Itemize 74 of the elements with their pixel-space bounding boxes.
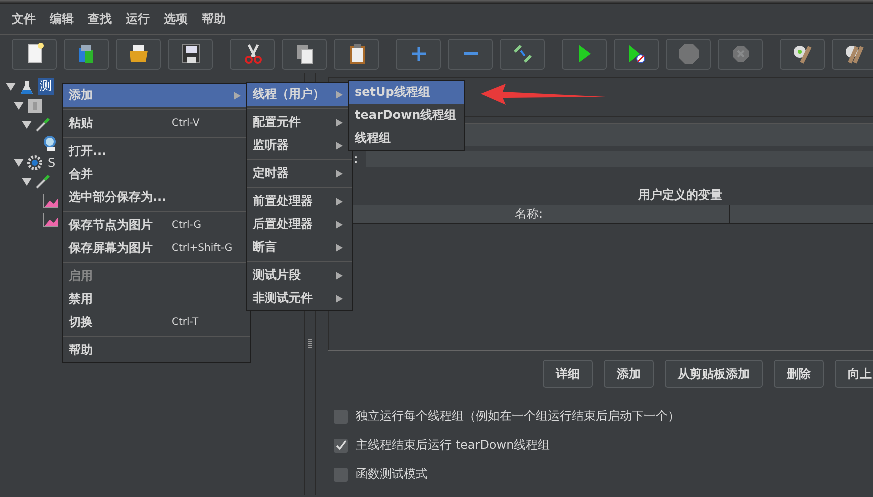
context-menu-item[interactable]: 保存节点为图片 Ctrl-G xyxy=(63,214,250,237)
pipette-icon xyxy=(35,116,51,132)
comment-label: ： xyxy=(350,150,362,168)
chart-icon xyxy=(43,212,59,228)
pipette-icon xyxy=(35,174,51,190)
expand-triangle-icon[interactable] xyxy=(22,120,32,128)
checkbox-label: 独立运行每个线程组（例如在一个组运行结束后启动下一个） xyxy=(356,408,680,425)
toolbar-button[interactable] xyxy=(116,38,161,70)
submenu-item[interactable]: 线程组 xyxy=(349,127,464,150)
table-action-button[interactable]: 详细 xyxy=(543,360,593,388)
table-action-button[interactable]: 从剪贴板添加 xyxy=(665,360,763,388)
expand-triangle-icon[interactable] xyxy=(22,178,32,186)
table-action-button[interactable]: 删除 xyxy=(774,360,824,388)
gear-broom-icon xyxy=(793,44,812,64)
submenu-item[interactable]: 测试片段 xyxy=(247,264,352,287)
context-menu-item[interactable]: 保存屏幕为图片 Ctrl+Shift-G xyxy=(63,237,250,260)
toolbar-button[interactable] xyxy=(282,38,327,70)
toolbar-button[interactable] xyxy=(562,38,607,70)
tree-node-label[interactable]: 测 xyxy=(38,78,54,95)
submenu-item[interactable]: setUp线程组 xyxy=(349,81,464,104)
tree-node-label[interactable]: S xyxy=(46,156,58,170)
stop-sign-icon xyxy=(678,44,698,64)
context-menu-item[interactable]: 帮助 xyxy=(63,339,250,362)
toolbar-button[interactable] xyxy=(334,38,379,70)
context-menu-item[interactable]: 禁用 xyxy=(63,288,250,311)
magnifier-icon xyxy=(43,136,59,152)
checkbox[interactable] xyxy=(334,468,348,482)
gear-brooms-icon xyxy=(845,44,864,64)
octagon-x-icon xyxy=(732,46,748,62)
plus-icon xyxy=(410,46,426,62)
context-menu-item[interactable]: 打开... xyxy=(63,140,250,163)
toolbar-button[interactable] xyxy=(780,38,825,70)
column-header[interactable]: 名称: xyxy=(514,206,544,222)
checkbox-label: 主线程结束后运行 tearDown线程组 xyxy=(356,437,550,454)
menu-item[interactable]: 编辑 xyxy=(50,10,74,28)
chart-icon xyxy=(43,192,59,208)
submenu-item[interactable]: 非测试元件 xyxy=(247,287,352,310)
table-action-button[interactable]: 添加 xyxy=(604,360,654,388)
menu-item[interactable]: 运行 xyxy=(126,10,150,28)
submenu-item[interactable]: 定时器 xyxy=(247,162,352,185)
play-icon xyxy=(578,44,592,64)
toolbar-button[interactable] xyxy=(832,38,873,70)
submenu-item[interactable]: 后置处理器 xyxy=(247,213,352,236)
toolbar-button[interactable] xyxy=(64,38,109,70)
submenu-item[interactable]: 前置处理器 xyxy=(247,190,352,213)
menu-item[interactable]: 帮助 xyxy=(202,10,226,28)
table-title: 用户定义的变量 xyxy=(638,187,722,204)
toolbar-button[interactable] xyxy=(230,38,275,70)
splitter-grip-icon[interactable] xyxy=(308,339,312,349)
context-menu-item[interactable]: 选中部分保存为... xyxy=(63,186,250,209)
play-no-timer-icon xyxy=(628,44,646,64)
context-menu-item[interactable]: 切换 Ctrl-T xyxy=(63,311,250,334)
menu-item[interactable]: 选项 xyxy=(164,10,188,28)
minus-icon xyxy=(462,52,478,56)
checkbox-label: 函数测试模式 xyxy=(356,466,428,483)
comment-field[interactable] xyxy=(366,151,873,167)
menu-item[interactable]: 文件 xyxy=(12,10,36,28)
toolbar-button[interactable] xyxy=(12,38,57,70)
toolbar-button[interactable] xyxy=(168,38,213,70)
table-action-button[interactable]: 向上 xyxy=(835,360,873,388)
menu-item[interactable]: 查找 xyxy=(88,10,112,28)
toolbar-button[interactable] xyxy=(614,38,659,70)
thread-group-icon xyxy=(27,98,43,114)
checkbox[interactable] xyxy=(334,410,348,424)
submenu-item[interactable]: 断言 xyxy=(247,236,352,259)
checkbox[interactable] xyxy=(334,438,348,452)
context-menu-item[interactable]: 合并 xyxy=(63,163,250,186)
context-menu-item[interactable]: 粘贴 Ctrl-V xyxy=(63,112,250,135)
submenu-item[interactable]: tearDown线程组 xyxy=(349,104,464,127)
gear-icon xyxy=(27,154,43,170)
expand-triangle-icon[interactable] xyxy=(14,158,24,166)
flask-icon xyxy=(19,78,35,94)
toolbar-button[interactable] xyxy=(500,38,545,70)
pipettes-icon xyxy=(512,44,532,64)
